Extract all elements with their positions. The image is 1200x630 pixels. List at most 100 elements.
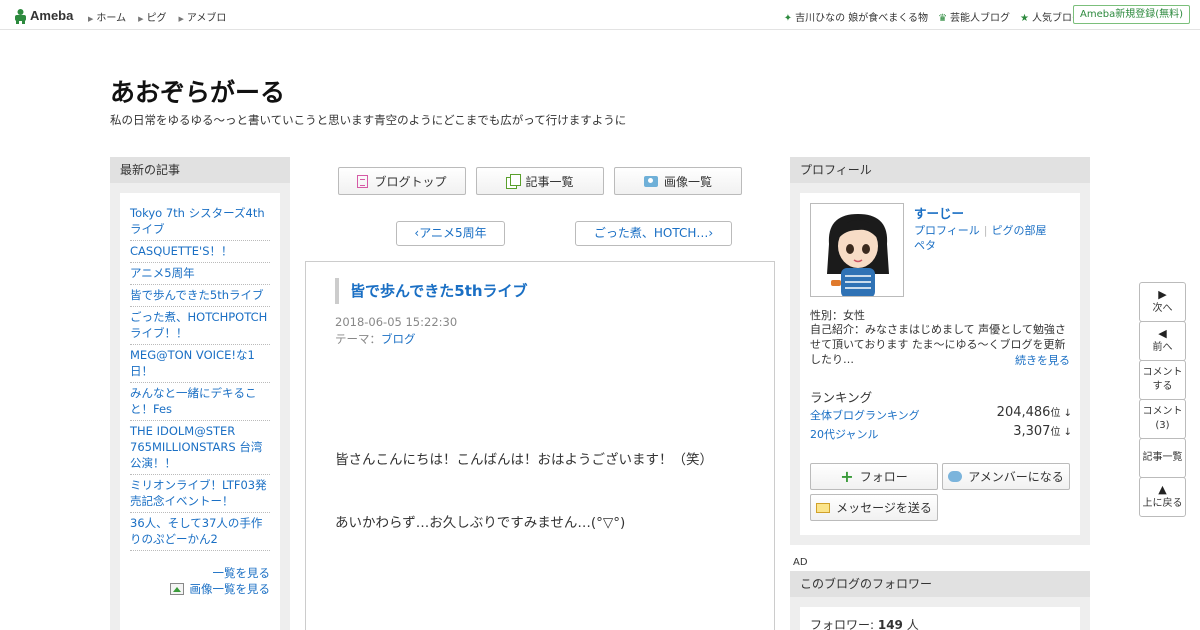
ranking-label[interactable]: 20代ジャンル xyxy=(810,428,878,441)
recent-article-link[interactable]: CASQUETTE'S！！ xyxy=(130,244,233,258)
recent-article-link[interactable]: 36人、そして37人の手作りのぷどーかん2 xyxy=(130,516,262,546)
ranking-title: ランキング xyxy=(810,390,873,405)
ranking-value: 3,307位 ↓ xyxy=(1013,423,1072,439)
amember-button[interactable]: アメンバーになる xyxy=(942,463,1070,490)
send-message-button[interactable]: メッセージを送る xyxy=(810,494,938,521)
comments-count: (3) xyxy=(1155,420,1170,431)
ranking-row: 全体ブログランキング 204,486位 ↓ xyxy=(810,405,1072,423)
trending-link[interactable]: ✦ 吉川ひなの 娘が食べまくる物 xyxy=(784,9,928,24)
recent-article-link[interactable]: アニメ5周年 xyxy=(130,266,195,280)
read-more-link[interactable]: 続きを見る xyxy=(1015,352,1070,368)
list-item: アニメ5周年 xyxy=(130,263,270,285)
entry-body-line: あいかわらず…お久しぶりですみません…(°▽°) xyxy=(335,515,626,531)
recent-article-link[interactable]: ミリオンライブ！LTF03発売記念イベントー！ xyxy=(130,478,267,508)
comments-count-button[interactable]: コメント (3) xyxy=(1139,399,1186,439)
prev-entry-button[interactable]: ◀ 前へ xyxy=(1139,321,1186,361)
crown-icon: ♛ xyxy=(938,13,948,24)
profile-name[interactable]: すーじー xyxy=(914,203,964,222)
top-bar: Ameba ▶ ホーム ▶ ピグ ▶ アメブロ ✦ 吉川ひなの 娘が食べまくる物 ♛ 芸能… xyxy=(0,0,1200,30)
image-icon xyxy=(169,583,184,595)
trending-link-label: 吉川ひなの 娘が食べまくる物 xyxy=(795,13,929,24)
avatar-image xyxy=(827,214,889,296)
article-list-side-label: 記事一覧 xyxy=(1142,452,1183,463)
follow-button[interactable]: + フォロー xyxy=(810,463,938,490)
back-to-top-label: 上に戻る xyxy=(1142,498,1183,509)
article-list-button[interactable]: 記事一覧 xyxy=(476,167,604,195)
triangle-up-icon: ▲ xyxy=(1158,483,1167,496)
register-button[interactable]: Ameba新規登録(無料) xyxy=(1072,5,1190,24)
ranking-row: 20代ジャンル 3,307位 ↓ xyxy=(810,423,1072,442)
chevron-right-icon: › xyxy=(708,226,714,240)
nav-ameblo[interactable]: ▶ アメブロ xyxy=(178,9,226,24)
pigg-room-link[interactable]: ピグの部屋 xyxy=(992,224,1047,237)
recent-article-link[interactable]: ごった煮、HOTCHPOTCHライブ！！ xyxy=(130,310,267,340)
comments-label: コメント xyxy=(1142,406,1183,417)
followers-count[interactable]: 149 xyxy=(878,618,903,630)
ranking-label[interactable]: 全体ブログランキング xyxy=(810,409,920,422)
recent-articles-box: 最新の記事 Tokyo 7th シスターズ4thライブ CASQUETTE'S！… xyxy=(110,157,290,630)
recent-articles-panel: Tokyo 7th シスターズ4thライブ CASQUETTE'S！！ アニメ5… xyxy=(120,193,280,630)
list-item: MEG@TON VOICE!な1日！ xyxy=(130,345,270,383)
profile-panel: すーじー プロフィール | ピグの部屋 ペタ 性別：女性 自己紹介：みなさまはじめま… xyxy=(800,193,1080,535)
blog-title[interactable]: あおぞらがーる xyxy=(110,73,285,109)
entry-theme: テーマ：ブログ xyxy=(335,331,416,347)
next-article-label: ごった煮、HOTCH… xyxy=(593,226,709,240)
article-list-side-button[interactable]: 記事一覧 xyxy=(1139,438,1186,478)
link-separator: | xyxy=(983,224,988,237)
blog-top-label: ブログトップ xyxy=(374,174,447,189)
ameba-logo[interactable]: Ameba xyxy=(14,7,73,24)
back-to-top-button[interactable]: ▲ 上に戻る xyxy=(1139,477,1186,517)
entry-theme-link[interactable]: ブログ xyxy=(381,332,416,346)
list-item: CASQUETTE'S！！ xyxy=(130,241,270,263)
recent-article-link[interactable]: 皆で歩んできた5thライブ xyxy=(130,288,264,302)
next-article-button[interactable]: ごった煮、HOTCH…› xyxy=(575,221,732,246)
entry-body-line: 皆さんこんにちは！こんばんは！おはようございます！（笑） xyxy=(335,452,713,468)
blog-description: 私の日常をゆるゆる～っと書いていこうと思います青空のようにどこまでも広がって行け… xyxy=(110,113,627,127)
image-list-button[interactable]: 画像一覧 xyxy=(614,167,742,195)
nav-home[interactable]: ▶ ホーム xyxy=(88,9,126,24)
image-list-label: 画像一覧 xyxy=(663,174,712,189)
see-all-images-link[interactable]: 画像一覧を見る xyxy=(190,582,271,596)
celebrity-blog-link[interactable]: ♛ 芸能人ブログ xyxy=(938,9,1010,24)
entry-theme-label: テーマ： xyxy=(335,332,381,346)
chat-bubble-icon xyxy=(948,471,963,482)
recent-articles-list: Tokyo 7th シスターズ4thライブ CASQUETTE'S！！ アニメ5… xyxy=(130,203,270,551)
list-item: みんなと一緒にデキること！Fes xyxy=(130,383,270,421)
arrow-right-icon: ▶ xyxy=(138,15,144,23)
next-entry-button[interactable]: ▶ 次へ xyxy=(1139,282,1186,322)
list-pages-icon xyxy=(506,174,522,189)
nav-home-label: ホーム xyxy=(96,13,127,24)
list-item: ミリオンライブ！LTF03発売記念イベントー！ xyxy=(130,475,270,513)
ameba-logo-icon xyxy=(15,8,26,24)
send-message-label: メッセージを送る xyxy=(836,501,932,515)
profile-link[interactable]: プロフィール xyxy=(914,224,980,237)
followers-box: このブログのフォロワー フォロワー: 149 人 xyxy=(790,571,1090,630)
recent-article-link[interactable]: MEG@TON VOICE!な1日！ xyxy=(130,348,255,378)
list-item: ごった煮、HOTCHPOTCHライブ！！ xyxy=(130,307,270,345)
mail-icon xyxy=(816,502,831,513)
next-entry-label: 次へ xyxy=(1152,303,1173,314)
blog-top-button[interactable]: ブログトップ xyxy=(338,167,466,195)
arrow-down-icon: ↓ xyxy=(1060,427,1072,438)
recent-article-link[interactable]: Tokyo 7th シスターズ4thライブ xyxy=(130,206,265,236)
write-comment-button[interactable]: コメント する xyxy=(1139,360,1186,400)
star-icon: ★ xyxy=(1020,13,1029,24)
amember-label: アメンバーになる xyxy=(968,470,1064,484)
peta-link[interactable]: ペタ xyxy=(914,239,936,252)
ranking-number: 3,307 xyxy=(1013,424,1051,439)
recent-article-link[interactable]: THE IDOLM@STER 765MILLIONSTARS 台湾公演！！ xyxy=(130,424,262,470)
see-all-articles-link[interactable]: 一覧を見る xyxy=(213,566,271,580)
recent-articles-heading: 最新の記事 xyxy=(110,157,290,183)
prev-article-button[interactable]: ‹アニメ5周年 xyxy=(396,221,505,246)
nav-pigg[interactable]: ▶ ピグ xyxy=(138,9,166,24)
entry-title[interactable]: 皆で歩んできた5thライブ xyxy=(335,278,528,304)
avatar[interactable] xyxy=(810,203,904,297)
ranking-unit: 位 xyxy=(1050,427,1061,438)
list-item: THE IDOLM@STER 765MILLIONSTARS 台湾公演！！ xyxy=(130,421,270,475)
prev-article-label: アニメ5周年 xyxy=(419,226,487,240)
nav-ameblo-label: アメブロ xyxy=(186,13,227,24)
profile-links: プロフィール | ピグの部屋 ペタ xyxy=(914,223,1074,253)
recent-article-link[interactable]: みんなと一緒にデキること！Fes xyxy=(130,386,257,416)
list-item: Tokyo 7th シスターズ4thライブ xyxy=(130,203,270,241)
followers-unit: 人 xyxy=(902,618,919,630)
